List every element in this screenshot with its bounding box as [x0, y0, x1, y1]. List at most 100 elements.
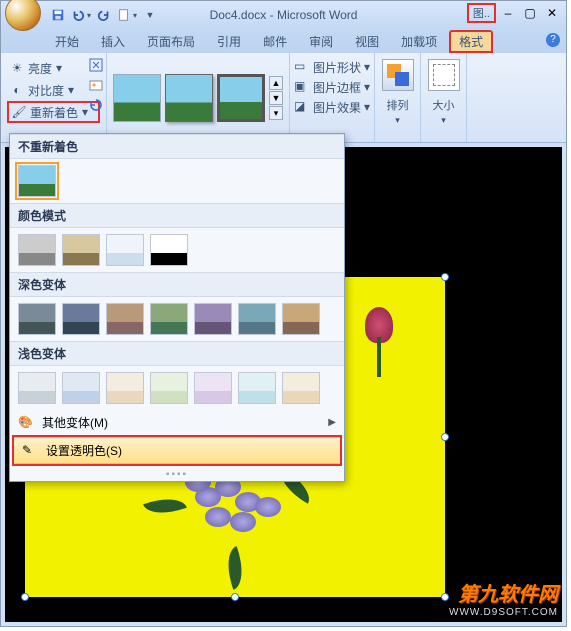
reset-picture-button[interactable] — [88, 97, 104, 113]
recolor-label: 重新着色 — [30, 104, 78, 121]
window-controls: 图.. – ▢ ✕ — [467, 3, 562, 23]
flower-rose — [355, 307, 405, 367]
tab-home[interactable]: 开始 — [45, 30, 89, 53]
recolor-light-1[interactable] — [18, 372, 56, 404]
resize-handle[interactable] — [231, 593, 239, 601]
gallery-more-button[interactable]: ▾ — [269, 106, 283, 120]
tab-review[interactable]: 审阅 — [299, 30, 343, 53]
picture-shape-icon: ▭ — [294, 59, 310, 75]
save-button[interactable] — [47, 4, 69, 26]
recolor-dark-1[interactable] — [18, 303, 56, 335]
section-dark-variants: 深色变体 — [10, 272, 344, 297]
undo-button[interactable] — [70, 4, 92, 26]
section-light-variants: 浅色变体 — [10, 341, 344, 366]
recolor-dark-2[interactable] — [62, 303, 100, 335]
picture-shape-button[interactable]: ▭ 图片形状 ▾ — [294, 57, 370, 77]
recolor-option-blackwhite[interactable] — [150, 234, 188, 266]
quick-access-toolbar: ▼ — [47, 4, 161, 26]
redo-button[interactable] — [93, 4, 115, 26]
size-icon[interactable] — [428, 59, 460, 91]
dropdown-caret-icon: ▾ — [395, 115, 400, 126]
tab-format[interactable]: 格式 — [449, 30, 493, 53]
recolor-light-3[interactable] — [106, 372, 144, 404]
ribbon-tabs: 开始 插入 页面布局 引用 邮件 审阅 视图 加载项 格式 ? — [1, 29, 566, 53]
recolor-light-5[interactable] — [194, 372, 232, 404]
title-bar: ▼ Doc4.docx - Microsoft Word 图.. – ▢ ✕ — [1, 1, 566, 29]
more-variants-label: 其他变体(M) — [42, 414, 108, 431]
watermark-url: WWW.D9SOFT.COM — [449, 607, 558, 618]
recolor-light-4[interactable] — [150, 372, 188, 404]
picture-effects-label: 图片效果 — [313, 99, 361, 116]
tab-references[interactable]: 引用 — [207, 30, 251, 53]
close-button[interactable]: ✕ — [542, 5, 562, 21]
ribbon: ☀ 亮度 ▾ ◐ 对比度 ▾ 🖌 重新着色 ▾ — [1, 53, 566, 143]
document-title: Doc4.docx - Microsoft Word — [210, 8, 358, 22]
tab-page-layout[interactable]: 页面布局 — [137, 30, 205, 53]
arrange-icon[interactable] — [382, 59, 414, 91]
size-label: 大小 — [433, 97, 455, 113]
dropdown-caret-icon: ▾ — [364, 60, 370, 74]
office-button[interactable] — [5, 0, 41, 31]
resize-handle[interactable] — [21, 593, 29, 601]
recolor-dark-4[interactable] — [150, 303, 188, 335]
style-gallery-scroll: ▲ ▼ ▾ — [269, 76, 283, 120]
compress-pictures-button[interactable] — [88, 57, 104, 73]
resize-handle[interactable] — [441, 273, 449, 281]
new-doc-button[interactable] — [116, 4, 138, 26]
maximize-button[interactable]: ▢ — [520, 5, 540, 21]
recolor-dark-6[interactable] — [238, 303, 276, 335]
brightness-button[interactable]: ☀ 亮度 ▾ — [7, 57, 100, 79]
picture-style-2[interactable] — [165, 74, 213, 122]
picture-style-1[interactable] — [113, 74, 161, 122]
recolor-option-none[interactable] — [18, 165, 56, 197]
recolor-light-6[interactable] — [238, 372, 276, 404]
picture-style-3[interactable] — [217, 74, 265, 122]
group-size: 大小 ▾ — [421, 53, 467, 142]
tab-addins[interactable]: 加载项 — [391, 30, 447, 53]
watermark: 第九软件网 WWW.D9SOFT.COM — [449, 578, 558, 618]
picture-border-button[interactable]: ▣ 图片边框 ▾ — [294, 77, 370, 97]
recolor-dark-5[interactable] — [194, 303, 232, 335]
recolor-light-2[interactable] — [62, 372, 100, 404]
recolor-dark-7[interactable] — [282, 303, 320, 335]
dropdown-caret-icon: ▾ — [364, 100, 370, 114]
palette-icon: 🎨 — [18, 415, 34, 431]
tab-mailings[interactable]: 邮件 — [253, 30, 297, 53]
gallery-down-button[interactable]: ▼ — [269, 91, 283, 105]
qat-customize[interactable]: ▼ — [139, 4, 161, 26]
help-icon[interactable]: ? — [546, 33, 560, 47]
recolor-dark-3[interactable] — [106, 303, 144, 335]
contrast-button[interactable]: ◐ 对比度 ▾ — [7, 79, 100, 101]
section-color-modes: 颜色模式 — [10, 203, 344, 228]
recolor-button[interactable]: 🖌 重新着色 ▾ — [7, 101, 100, 123]
picture-tools-tab-label[interactable]: 图.. — [467, 3, 496, 23]
recolor-option-washout[interactable] — [106, 234, 144, 266]
recolor-light-7[interactable] — [282, 372, 320, 404]
panel-grip[interactable]: ▪▪▪▪ — [10, 468, 344, 481]
group-picture-styles: ▲ ▼ ▾ — [107, 53, 290, 142]
resize-handle[interactable] — [441, 593, 449, 601]
more-variants-menu-item[interactable]: 🎨 其他变体(M) ▶ — [10, 410, 344, 435]
picture-effects-icon: ◪ — [294, 99, 310, 115]
dropdown-caret-icon: ▾ — [55, 61, 63, 75]
picture-border-icon: ▣ — [294, 79, 310, 95]
gallery-up-button[interactable]: ▲ — [269, 76, 283, 90]
tab-view[interactable]: 视图 — [345, 30, 389, 53]
watermark-title: 第九软件网 — [449, 578, 558, 607]
change-picture-button[interactable] — [88, 77, 104, 93]
dropdown-caret-icon: ▾ — [441, 115, 446, 126]
dropdown-caret-icon: ▾ — [364, 80, 370, 94]
recolor-option-sepia[interactable] — [62, 234, 100, 266]
tab-insert[interactable]: 插入 — [91, 30, 135, 53]
brightness-icon: ☀ — [9, 60, 25, 76]
recolor-option-grayscale[interactable] — [18, 234, 56, 266]
minimize-button[interactable]: – — [498, 5, 518, 21]
set-transparent-color-menu-item[interactable]: ✎ 设置透明色(S) — [14, 437, 340, 464]
resize-handle[interactable] — [441, 433, 449, 441]
dropdown-caret-icon: ▾ — [67, 83, 75, 97]
eyedropper-icon: ✎ — [22, 443, 38, 459]
recolor-dropdown: 不重新着色 颜色模式 深色变体 浅色变体 — [9, 133, 345, 482]
contrast-label: 对比度 — [28, 82, 64, 99]
picture-effects-button[interactable]: ◪ 图片效果 ▾ — [294, 97, 370, 117]
recolor-icon: 🖌 — [11, 104, 27, 120]
